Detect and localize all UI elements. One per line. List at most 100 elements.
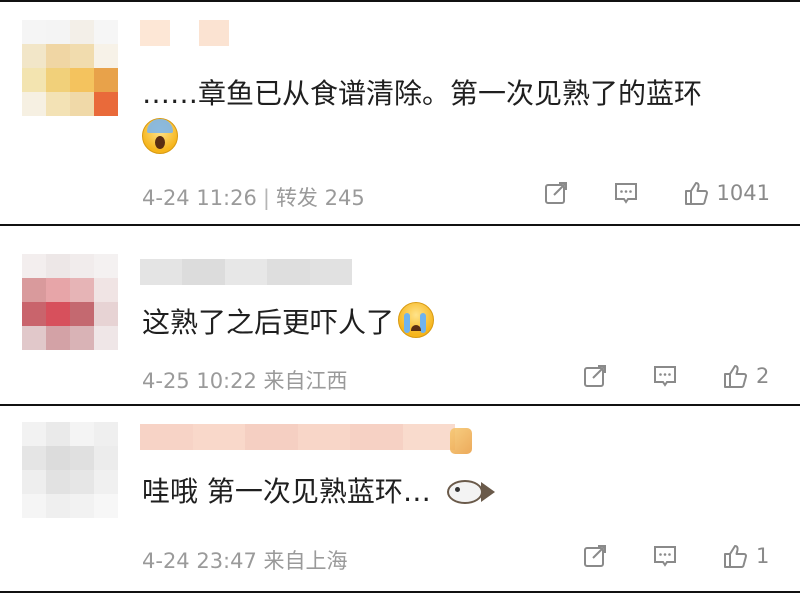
avatar-pixel <box>94 326 118 350</box>
comment-text: ……章鱼已从食谱清除。第一次见熟了的蓝环 <box>142 74 702 114</box>
username-pixel <box>402 424 455 450</box>
avatar[interactable] <box>22 422 118 518</box>
avatar-pixel <box>22 470 46 494</box>
avatar-pixel <box>46 326 70 350</box>
avatar-pixel <box>22 92 46 116</box>
avatar-pixel <box>46 302 70 326</box>
avatar-pixel <box>70 92 94 116</box>
avatar-pixel <box>46 278 70 302</box>
username-pixel <box>192 424 245 450</box>
username-pixel <box>297 424 350 450</box>
avatar-pixel <box>22 278 46 302</box>
vip-badge-icon <box>450 428 472 454</box>
comment-card: 这熟了之后更吓人了 4-25 10:22 来自江西 2 <box>0 224 800 404</box>
avatar-pixel <box>94 44 118 68</box>
avatar[interactable] <box>22 254 118 350</box>
avatar-pixel <box>70 326 94 350</box>
avatar-pixel <box>46 494 70 518</box>
avatar[interactable] <box>22 20 118 116</box>
share-icon[interactable] <box>582 543 608 569</box>
like-count: 2 <box>756 364 770 388</box>
avatar-pixel <box>22 494 46 518</box>
like-count: 1 <box>756 544 770 568</box>
username-blurred[interactable] <box>140 20 258 46</box>
comment-text-content: 哇哦 第一次见熟蓝环… <box>142 475 431 508</box>
avatar-pixel <box>94 254 118 278</box>
avatar-pixel <box>94 446 118 470</box>
comment-icon[interactable] <box>613 180 639 206</box>
username-pixel <box>267 259 310 285</box>
avatar-pixel <box>70 494 94 518</box>
comment-meta: 4-24 23:47 来自上海 <box>142 545 348 575</box>
avatar-pixel <box>70 278 94 302</box>
comment-icon[interactable] <box>652 363 678 389</box>
username-pixel <box>169 20 199 46</box>
comment-card: 哇哦 第一次见熟蓝环… 4-24 23:47 来自上海 1 <box>0 404 800 593</box>
avatar-pixel <box>22 446 46 470</box>
username-blurred[interactable] <box>140 424 455 450</box>
username-pixel <box>182 259 225 285</box>
comment-actions: 2 <box>582 361 770 391</box>
avatar-pixel <box>70 446 94 470</box>
avatar-pixel <box>22 422 46 446</box>
avatar-pixel <box>94 20 118 44</box>
like-count: 1041 <box>716 181 770 205</box>
thumbs-up-icon[interactable] <box>722 363 748 389</box>
repost-count[interactable]: 转发 245 <box>276 186 365 210</box>
avatar-pixel <box>46 470 70 494</box>
avatar-pixel <box>46 446 70 470</box>
comment-icon[interactable] <box>652 543 678 569</box>
avatar-pixel <box>46 254 70 278</box>
avatar-pixel <box>70 254 94 278</box>
username-pixel <box>199 20 229 46</box>
avatar-pixel <box>22 68 46 92</box>
avatar-pixel <box>22 254 46 278</box>
avatar-pixel <box>22 302 46 326</box>
avatar-pixel <box>22 44 46 68</box>
comment-meta: 4-24 11:26 | 转发 245 <box>142 182 365 212</box>
avatar-pixel <box>94 302 118 326</box>
avatar-pixel <box>70 20 94 44</box>
comment-text: 这熟了之后更吓人了 <box>142 302 435 343</box>
comment-text: 哇哦 第一次见熟蓝环… <box>142 472 497 512</box>
username-pixel <box>224 259 268 285</box>
comment-list: ……章鱼已从食谱清除。第一次见熟了的蓝环 4-24 11:26 | 转发 245 1… <box>0 0 800 593</box>
avatar-pixel <box>70 422 94 446</box>
avatar-pixel <box>94 494 118 518</box>
thumbs-up-icon[interactable] <box>683 180 709 206</box>
username-pixel <box>350 424 403 450</box>
avatar-pixel <box>94 92 118 116</box>
fish-emoji-icon <box>441 477 497 507</box>
comment-date: 4-24 11:26 <box>142 186 257 210</box>
comment-actions: 1 <box>582 541 770 571</box>
share-icon[interactable] <box>543 180 569 206</box>
username-blurred[interactable] <box>140 259 353 285</box>
comment-card: ……章鱼已从食谱清除。第一次见熟了的蓝环 4-24 11:26 | 转发 245 1… <box>0 0 800 224</box>
username-pixel <box>309 259 353 285</box>
avatar-pixel <box>70 68 94 92</box>
thumbs-up-icon[interactable] <box>722 543 748 569</box>
avatar-pixel <box>46 68 70 92</box>
comment-actions: 1041 <box>543 178 770 208</box>
avatar-pixel <box>46 20 70 44</box>
comment-date: 4-24 23:47 <box>142 549 257 573</box>
comment-meta: 4-25 10:22 来自江西 <box>142 365 348 395</box>
avatar-pixel <box>46 92 70 116</box>
meta-divider: | <box>262 186 270 210</box>
comment-location: 来自上海 <box>263 549 348 573</box>
avatar-pixel <box>70 44 94 68</box>
username-pixel <box>228 20 258 46</box>
username-pixel <box>245 424 298 450</box>
avatar-pixel <box>94 68 118 92</box>
avatar-pixel <box>94 422 118 446</box>
crying-emoji-icon <box>398 302 435 338</box>
username-pixel <box>140 424 193 450</box>
avatar-pixel <box>94 278 118 302</box>
avatar-pixel <box>46 422 70 446</box>
avatar-pixel <box>22 326 46 350</box>
share-icon[interactable] <box>582 363 608 389</box>
username-pixel <box>140 20 170 46</box>
avatar-pixel <box>94 470 118 494</box>
comment-location: 来自江西 <box>263 369 348 393</box>
avatar-pixel <box>46 44 70 68</box>
